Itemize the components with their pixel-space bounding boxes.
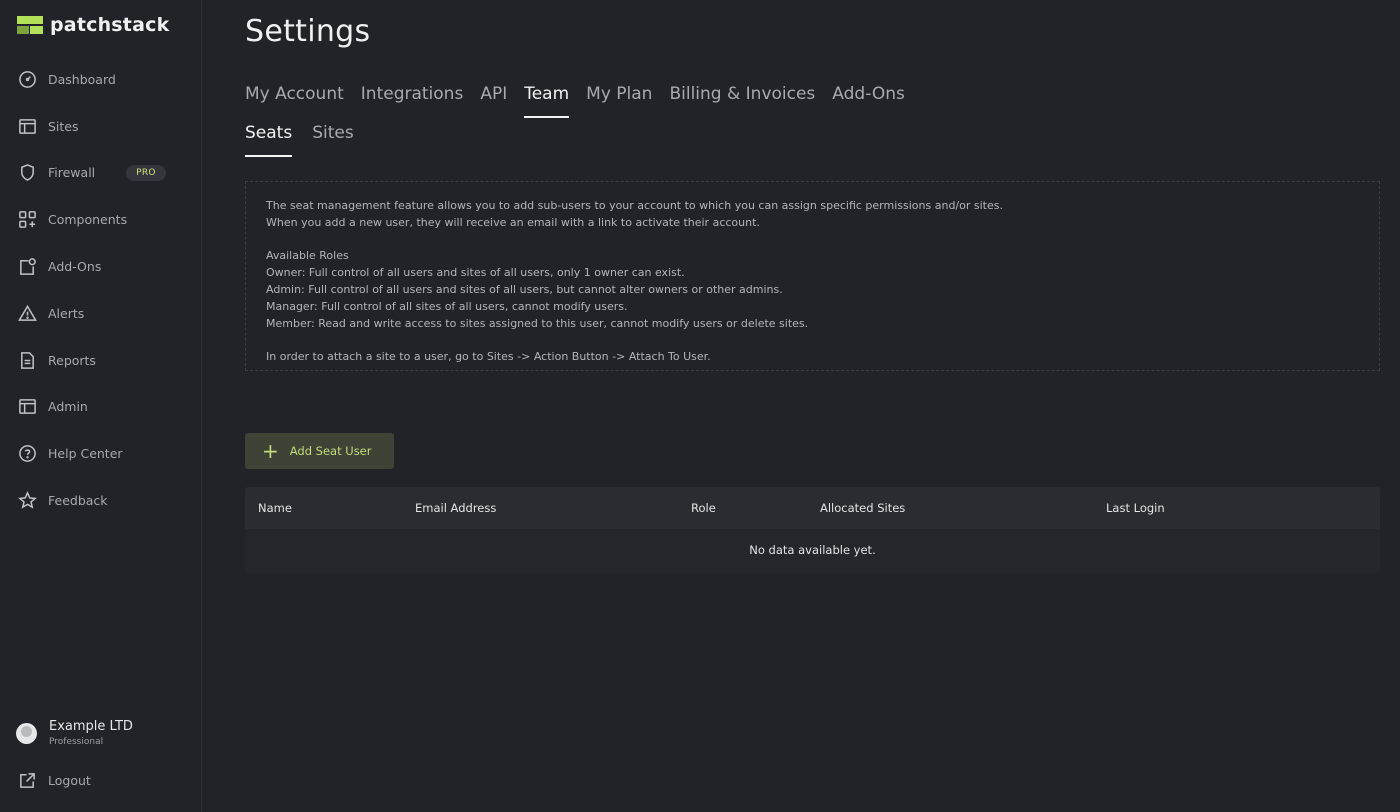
info-line xyxy=(266,232,1359,249)
addon-icon xyxy=(17,257,37,277)
sidebar-item-label: Alerts xyxy=(48,305,85,321)
tab-my-plan[interactable]: My Plan xyxy=(586,84,652,118)
column-header-last-login[interactable]: Last Login xyxy=(1106,501,1165,515)
subtab-sites[interactable]: Sites xyxy=(312,123,354,157)
add-seat-user-label: Add Seat User xyxy=(289,444,372,458)
settings-tabs: My Account Integrations API Team My Plan… xyxy=(245,84,922,118)
tab-billing-invoices[interactable]: Billing & Invoices xyxy=(669,84,815,118)
brand[interactable]: patchstack xyxy=(17,14,169,36)
sidebar-item-label: Add-Ons xyxy=(48,259,102,275)
pro-badge: PRO xyxy=(126,164,166,181)
column-header-name[interactable]: Name xyxy=(258,501,292,515)
sidebar-item-firewall[interactable]: Firewall PRO xyxy=(0,150,202,197)
plus-icon: + xyxy=(262,439,279,463)
sidebar-item-label: Reports xyxy=(48,352,96,368)
tab-integrations[interactable]: Integrations xyxy=(361,84,464,118)
sidebar-item-label: Components xyxy=(48,212,128,228)
tab-my-account[interactable]: My Account xyxy=(245,84,344,118)
sidebar-item-label: Admin xyxy=(48,399,88,415)
sidebar-item-admin[interactable]: Admin xyxy=(0,384,202,431)
info-line: Manager: Full control of all sites of al… xyxy=(266,299,628,313)
sidebar-item-reports[interactable]: Reports xyxy=(0,337,202,384)
info-line: The seat management feature allows you t… xyxy=(266,199,1003,212)
info-line: Available Roles xyxy=(266,249,349,263)
sidebar-item-label: Sites xyxy=(48,118,79,134)
sidebar-item-label: Help Center xyxy=(48,446,123,462)
layout-icon xyxy=(17,116,37,136)
sidebar-item-label: Dashboard xyxy=(48,71,116,87)
sidebar-item-feedback[interactable]: Feedback xyxy=(0,477,202,524)
account-switcher[interactable]: Example LTD Professional xyxy=(16,719,133,747)
grid-plus-icon xyxy=(17,210,37,230)
sidebar-item-label: Feedback xyxy=(48,493,108,509)
empty-state-text: No data available yet. xyxy=(749,543,876,557)
warning-icon xyxy=(17,303,37,323)
help-icon xyxy=(17,444,37,464)
sidebar-item-alerts[interactable]: Alerts xyxy=(0,290,202,337)
sidebar-item-components[interactable]: Components xyxy=(0,196,202,243)
logout-button[interactable]: Logout xyxy=(17,770,91,790)
seat-info-box: The seat management feature allows you t… xyxy=(245,181,1380,371)
tab-team[interactable]: Team xyxy=(524,84,570,118)
page-title: Settings xyxy=(245,14,371,49)
patchstack-logo-icon xyxy=(17,16,43,34)
column-header-allocated-sites[interactable]: Allocated Sites xyxy=(820,501,905,515)
info-line: Member: Read and write access to sites a… xyxy=(266,316,809,330)
info-line: Owner: Full control of all users and sit… xyxy=(266,266,685,280)
sidebar: patchstack Dashboard Sites Firewall PRO xyxy=(0,0,202,812)
tab-add-ons[interactable]: Add-Ons xyxy=(832,84,905,118)
account-name: Example LTD xyxy=(49,719,133,734)
shield-icon xyxy=(17,163,37,183)
sidebar-nav: Dashboard Sites Firewall PRO Components xyxy=(0,56,202,524)
sidebar-item-add-ons[interactable]: Add-Ons xyxy=(0,243,202,290)
info-line: In order to attach a site to a user, go … xyxy=(266,350,711,364)
sidebar-item-sites[interactable]: Sites xyxy=(0,103,202,150)
tab-api[interactable]: API xyxy=(480,84,507,118)
layout-icon xyxy=(17,397,37,417)
info-line: When you add a new user, they will recei… xyxy=(266,215,760,229)
gauge-icon xyxy=(17,69,37,89)
external-link-icon xyxy=(17,770,37,790)
info-line: Admin: Full control of all users and sit… xyxy=(266,282,783,296)
sidebar-item-label: Firewall xyxy=(48,165,96,181)
document-icon xyxy=(17,350,37,370)
info-line xyxy=(266,332,1359,349)
account-plan: Professional xyxy=(49,737,104,747)
add-seat-user-button[interactable]: + Add Seat User xyxy=(245,433,394,469)
team-subtabs: Seats Sites xyxy=(245,123,374,157)
avatar xyxy=(16,722,37,744)
column-header-email[interactable]: Email Address xyxy=(415,501,496,515)
logout-label: Logout xyxy=(48,772,91,788)
sidebar-item-dashboard[interactable]: Dashboard xyxy=(0,56,202,103)
subtab-seats[interactable]: Seats xyxy=(245,123,293,157)
sidebar-item-help-center[interactable]: Help Center xyxy=(0,430,202,477)
table-header: Name Email Address Role Allocated Sites … xyxy=(245,487,1380,529)
star-icon xyxy=(17,491,37,511)
column-header-role[interactable]: Role xyxy=(691,501,716,515)
seats-table: Name Email Address Role Allocated Sites … xyxy=(245,487,1380,573)
brand-name: patchstack xyxy=(50,14,170,36)
